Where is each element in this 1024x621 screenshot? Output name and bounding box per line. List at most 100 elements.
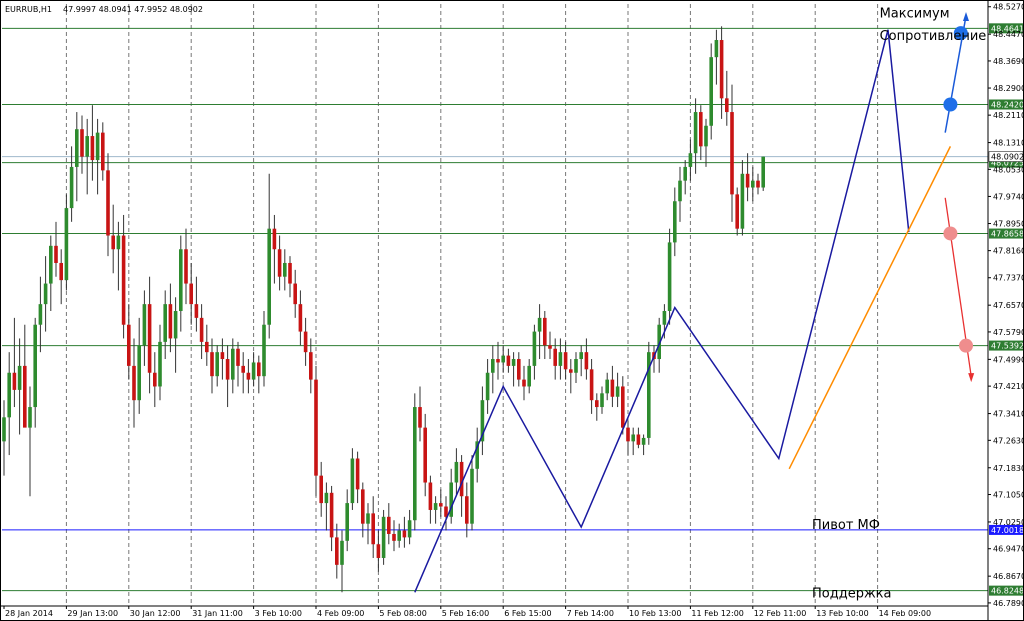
y-tick-label: 47.2630 xyxy=(993,436,1024,445)
candle-bullish xyxy=(631,434,635,442)
x-tick-label: 14 Feb 09:00 xyxy=(879,609,931,618)
x-tick-label: 3 Feb 10:00 xyxy=(255,609,302,618)
candle-bullish xyxy=(43,283,48,305)
candle-bullish xyxy=(454,461,459,483)
candle-bearish xyxy=(184,249,188,284)
candle-bullish xyxy=(511,359,516,366)
candle-bearish xyxy=(584,352,589,370)
x-tick-label: 7 Feb 14:00 xyxy=(567,609,614,618)
candle-bullish xyxy=(407,520,412,538)
candle-bearish xyxy=(730,112,734,195)
candle-bullish xyxy=(95,132,100,161)
candle-bearish xyxy=(106,170,110,236)
candle-bearish xyxy=(257,362,261,377)
candle-bullish xyxy=(491,359,495,373)
y-tick-label: 48.5270 xyxy=(993,3,1024,12)
candle-bearish xyxy=(428,482,433,510)
x-tick-label: 12 Feb 11:00 xyxy=(754,609,806,618)
price-level-tag-label: 48.2420 xyxy=(991,101,1024,110)
candle-bullish xyxy=(215,352,219,377)
y-tick-label: 47.8160 xyxy=(993,247,1024,256)
candle-bearish xyxy=(745,173,750,188)
x-tick-label: 5 Feb 08:00 xyxy=(379,609,426,618)
candle-bearish xyxy=(132,365,136,401)
candle-bearish xyxy=(595,400,599,408)
target-marker xyxy=(959,338,973,353)
candle-bearish xyxy=(101,132,105,171)
candle-bearish xyxy=(80,129,84,157)
candle-bullish xyxy=(740,173,745,229)
y-tick-label: 47.1830 xyxy=(993,464,1024,473)
candle-bearish xyxy=(329,492,334,538)
y-tick-label: 47.1050 xyxy=(993,491,1024,500)
candle-bullish xyxy=(673,201,677,243)
candle-bearish xyxy=(127,324,131,366)
candle-bearish xyxy=(517,359,521,380)
candle-bullish xyxy=(69,166,74,209)
candle-bearish xyxy=(205,341,209,353)
y-tick-label: 46.9470 xyxy=(993,545,1024,554)
candle-bullish xyxy=(397,530,401,541)
price-level-tag-label: 47.8658 xyxy=(991,230,1024,239)
candle-bearish xyxy=(147,304,152,373)
candle-bullish xyxy=(704,125,708,147)
y-tick-label: 46.8670 xyxy=(993,572,1024,581)
candle-bearish xyxy=(220,352,225,360)
candle-bearish xyxy=(121,235,126,325)
candle-bullish xyxy=(28,407,32,428)
candle-bearish xyxy=(225,359,230,380)
y-tick-label: 48.3690 xyxy=(993,57,1024,66)
price-level-tag-label: 46.8248 xyxy=(991,587,1024,596)
candle-bearish xyxy=(288,262,292,284)
candle-bullish xyxy=(714,40,719,58)
candle-bullish xyxy=(2,417,6,442)
candle-bullish xyxy=(470,468,474,524)
price-chart[interactable]: 48.464148.242048.072547.865847.539247.00… xyxy=(0,0,1024,621)
candle-bearish xyxy=(610,379,615,397)
candle-bullish xyxy=(600,393,604,408)
candle-bullish xyxy=(33,324,37,408)
candle-bullish xyxy=(579,352,583,360)
candle-bullish xyxy=(231,348,235,380)
candle-bullish xyxy=(340,540,344,565)
candle-bearish xyxy=(735,194,739,229)
candle-bullish xyxy=(137,345,141,401)
candle-bullish xyxy=(381,516,386,558)
candle-bullish xyxy=(350,458,355,504)
y-tick-label: 48.4470 xyxy=(993,30,1024,39)
candle-bearish xyxy=(90,136,95,161)
candle-bullish xyxy=(38,304,43,325)
y-tick-label: 47.5790 xyxy=(993,328,1024,337)
y-tick-label: 47.6570 xyxy=(993,301,1024,310)
candle-bearish xyxy=(387,516,391,534)
candle-bearish xyxy=(111,235,115,250)
candle-bullish xyxy=(485,372,490,401)
candle-bearish xyxy=(522,379,526,387)
candle-bullish xyxy=(251,362,256,380)
candle-bearish xyxy=(719,40,724,99)
candle-bearish xyxy=(303,331,308,353)
candle-bearish xyxy=(756,180,760,188)
candle-bearish xyxy=(59,262,63,281)
annotation-text: Сопротивление xyxy=(880,29,987,44)
candle-bullish xyxy=(283,262,287,277)
candle-bullish xyxy=(761,156,765,188)
candle-bullish xyxy=(709,57,713,126)
candle-bearish xyxy=(553,348,557,366)
y-tick-label: 47.9740 xyxy=(993,192,1024,201)
candle-bearish xyxy=(376,544,381,558)
candle-bearish xyxy=(563,352,568,370)
y-tick-label: 47.4990 xyxy=(993,355,1024,364)
candle-bullish xyxy=(262,324,266,377)
y-tick-label: 48.2110 xyxy=(993,111,1024,120)
candle-bullish xyxy=(142,304,147,346)
candle-bullish xyxy=(667,242,672,312)
candle-bullish xyxy=(413,407,417,521)
candle-bearish xyxy=(402,530,407,538)
candle-bullish xyxy=(574,359,578,373)
y-tick-label: 47.4210 xyxy=(993,382,1024,391)
candle-bullish xyxy=(49,245,53,284)
y-tick-label: 47.0250 xyxy=(993,518,1024,527)
candle-bearish xyxy=(199,317,204,342)
candle-bearish xyxy=(54,245,58,263)
